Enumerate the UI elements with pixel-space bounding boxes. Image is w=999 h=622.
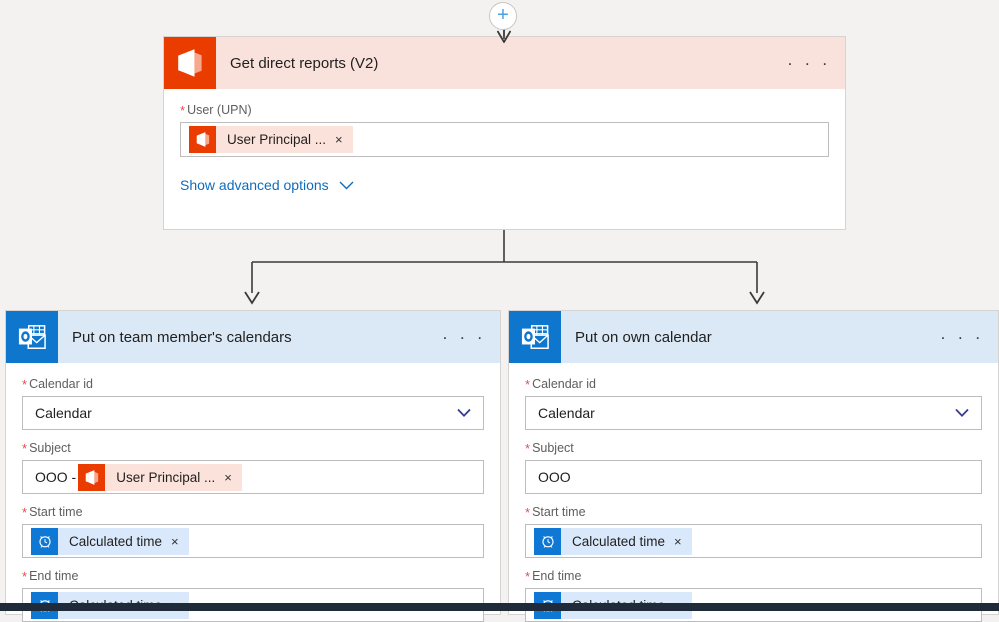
calendar-id-dropdown[interactable]: Calendar: [22, 396, 484, 430]
card-header[interactable]: Get direct reports (V2) · · ·: [164, 37, 845, 89]
field-label-text: Start time: [532, 505, 586, 519]
plus-icon: +: [497, 4, 509, 26]
field-end-time: * End time Calculated tim: [525, 569, 982, 622]
token-label: User Principal ...: [116, 469, 216, 485]
overflow-menu-button[interactable]: · · ·: [442, 329, 486, 346]
action-card-put-on-own-calendar[interactable]: Put on own calendar · · · * Calendar id …: [508, 310, 999, 622]
show-advanced-options-link[interactable]: Show advanced options: [180, 177, 354, 193]
outlook-icon: [509, 311, 561, 363]
start-time-input[interactable]: Calculated time ×: [525, 524, 982, 558]
taskbar: [0, 603, 999, 611]
field-label: * User (UPN): [180, 103, 829, 117]
field-label-text: Subject: [532, 441, 574, 455]
subject-prefix-text: OOO -: [35, 469, 77, 485]
field-label: * End time: [525, 569, 982, 583]
field-label-text: User (UPN): [187, 103, 252, 117]
outlook-icon: [6, 311, 58, 363]
office365-icon: [78, 463, 106, 491]
subject-input[interactable]: OOO - User Principal ... ×: [22, 460, 484, 494]
add-step-button[interactable]: +: [489, 2, 517, 30]
field-label: * Subject: [22, 441, 484, 455]
flow-designer-canvas: + Get direct reports (V2) · · · * User (…: [0, 0, 999, 622]
field-label: * End time: [22, 569, 484, 583]
field-label-text: Calendar id: [29, 377, 93, 391]
required-indicator: *: [22, 376, 28, 392]
calendar-id-dropdown[interactable]: Calendar: [525, 396, 982, 430]
token-label: Calculated time: [69, 533, 163, 549]
field-calendar-id: * Calendar id Calendar: [22, 377, 484, 430]
field-start-time: * Start time Calculated time ×: [525, 505, 982, 558]
close-icon[interactable]: ×: [335, 133, 353, 146]
token-chip-calculated-time[interactable]: Calculated time ×: [534, 527, 692, 555]
clock-icon: [31, 527, 58, 555]
required-indicator: *: [525, 504, 531, 520]
close-icon[interactable]: ×: [171, 535, 189, 548]
card-header[interactable]: Put on own calendar · · ·: [509, 311, 998, 363]
close-icon[interactable]: ×: [674, 535, 692, 548]
field-label-text: Calendar id: [532, 377, 596, 391]
action-card-put-on-team-member-calendars[interactable]: Put on team member's calendars · · · * C…: [5, 310, 501, 622]
field-subject: * Subject OOO: [525, 441, 982, 494]
calendar-id-value: Calendar: [35, 405, 92, 421]
clock-icon: [534, 527, 561, 555]
field-label: * Subject: [525, 441, 982, 455]
field-start-time: * Start time Calculated time ×: [22, 505, 484, 558]
required-indicator: *: [22, 440, 28, 456]
overflow-menu-button[interactable]: · · ·: [787, 55, 831, 72]
required-indicator: *: [525, 568, 531, 584]
user-upn-input[interactable]: User Principal ... ×: [180, 122, 829, 157]
card-header[interactable]: Put on team member's calendars · · ·: [6, 311, 500, 363]
office365-icon: [164, 37, 216, 89]
token-chip-user-principal[interactable]: User Principal ... ×: [78, 463, 242, 491]
start-time-input[interactable]: Calculated time ×: [22, 524, 484, 558]
subject-value: OOO: [538, 469, 571, 485]
chevron-down-icon[interactable]: [955, 408, 969, 418]
required-indicator: *: [525, 440, 531, 456]
required-indicator: *: [22, 568, 28, 584]
show-advanced-options-label: Show advanced options: [180, 177, 329, 193]
card-title: Put on own calendar: [575, 328, 712, 346]
subject-input[interactable]: OOO: [525, 460, 982, 494]
field-label-text: End time: [29, 569, 79, 583]
token-chip-user-principal[interactable]: User Principal ... ×: [189, 126, 353, 153]
card-body: * Calendar id Calendar * Subject OOO - U…: [6, 363, 500, 622]
action-card-get-direct-reports[interactable]: Get direct reports (V2) · · · * User (UP…: [163, 36, 846, 230]
token-label: Calculated time: [572, 533, 666, 549]
field-calendar-id: * Calendar id Calendar: [525, 377, 982, 430]
required-indicator: *: [525, 376, 531, 392]
required-indicator: *: [22, 504, 28, 520]
card-body: * Calendar id Calendar * Subject OOO * S…: [509, 363, 998, 622]
token-label: User Principal ...: [227, 132, 327, 147]
chevron-down-icon[interactable]: [457, 408, 471, 418]
required-indicator: *: [180, 102, 186, 118]
field-subject: * Subject OOO - User Principal ... ×: [22, 441, 484, 494]
field-label: * Start time: [525, 505, 982, 519]
field-label: * Start time: [22, 505, 484, 519]
chevron-down-icon: [339, 181, 354, 189]
card-title: Get direct reports (V2): [230, 54, 379, 72]
office365-icon: [189, 126, 216, 153]
field-label-text: Subject: [29, 441, 71, 455]
card-title: Put on team member's calendars: [72, 328, 292, 346]
field-user-upn: * User (UPN) User Principal ... ×: [180, 103, 829, 157]
field-label: * Calendar id: [525, 377, 982, 391]
calendar-id-value: Calendar: [538, 405, 595, 421]
token-chip-calculated-time[interactable]: Calculated time ×: [31, 527, 189, 555]
field-label-text: Start time: [29, 505, 83, 519]
field-end-time: * End time Calculated tim: [22, 569, 484, 622]
close-icon[interactable]: ×: [224, 471, 242, 484]
field-label-text: End time: [532, 569, 582, 583]
card-body: * User (UPN) User Principal ... × Show a…: [164, 89, 845, 213]
field-label: * Calendar id: [22, 377, 484, 391]
overflow-menu-button[interactable]: · · ·: [940, 329, 984, 346]
